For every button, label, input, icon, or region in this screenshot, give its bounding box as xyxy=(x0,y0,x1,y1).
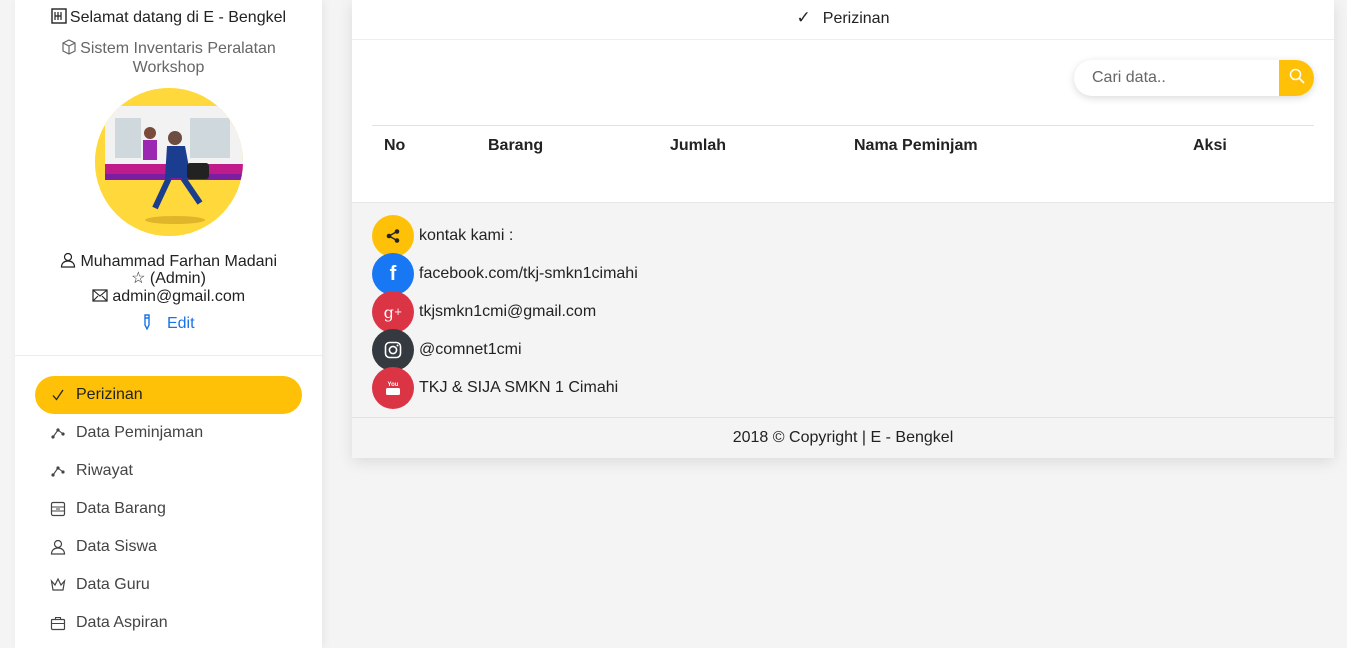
share-nodes-icon xyxy=(49,462,67,480)
sidebar-item-label: Data Guru xyxy=(76,576,150,593)
welcome-text: Selamat datang di E - Bengkel xyxy=(15,8,322,29)
user-icon xyxy=(60,252,80,270)
subtitle-label: Sistem Inventaris Peralatan Workshop xyxy=(80,40,276,76)
facebook-icon: f xyxy=(372,253,414,295)
app-subtitle: Sistem Inventaris Peralatan Workshop xyxy=(45,39,292,76)
welcome-label: Selamat datang di E - Bengkel xyxy=(69,9,287,26)
table-header-aksi: Aksi xyxy=(1193,137,1227,154)
check-icon xyxy=(49,386,67,404)
sidebar: Selamat datang di E - Bengkel Sistem Inv… xyxy=(15,0,322,648)
edit-profile-link[interactable]: Edit xyxy=(15,314,322,333)
user-name-label: Muhammad Farhan Madani xyxy=(80,253,277,270)
sidebar-menu: Perizinan Data Peminjaman Riwayat Data B… xyxy=(35,376,302,642)
sidebar-item-label: Perizinan xyxy=(76,386,143,403)
sidebar-item-label: Data Barang xyxy=(76,500,166,517)
contact-email: tkjsmkn1cmi@gmail.com xyxy=(419,303,597,320)
search-icon xyxy=(1289,68,1305,89)
pencil-icon xyxy=(142,314,166,332)
card-header: ✓ Perizinan xyxy=(352,0,1334,40)
search-button[interactable] xyxy=(1279,60,1314,96)
table-header-nama-peminjam: Nama Peminjam xyxy=(854,137,978,154)
search-box xyxy=(1074,60,1314,96)
contact-email-row[interactable]: g + tkjsmkn1cmi@gmail.com xyxy=(372,291,596,333)
contact-facebook-row[interactable]: f facebook.com/tkj-smkn1cimahi xyxy=(372,253,638,295)
contact-youtube-row[interactable]: You TKJ & SIJA SMKN 1 Cimahi xyxy=(372,367,618,409)
sidebar-item-data-barang[interactable]: Data Barang xyxy=(35,490,302,528)
sidebar-item-data-guru[interactable]: Data Guru xyxy=(35,566,302,604)
user-name: Muhammad Farhan Madani xyxy=(15,252,322,270)
contact-instagram-row[interactable]: @comnet1cmi xyxy=(372,329,522,371)
sidebar-item-data-aspiran[interactable]: Data Aspiran xyxy=(35,604,302,642)
sidebar-item-data-peminjaman[interactable]: Data Peminjaman xyxy=(35,414,302,452)
box-icon xyxy=(61,39,77,59)
contact-title: kontak kami : xyxy=(419,227,514,244)
briefcase-icon xyxy=(49,614,67,632)
search-input[interactable] xyxy=(1074,60,1279,96)
contact-youtube: TKJ & SIJA SMKN 1 Cimahi xyxy=(419,379,619,396)
contact-title-row: kontak kami : xyxy=(372,215,513,257)
google-plus-icon: g + xyxy=(372,291,414,333)
sidebar-item-label: Riwayat xyxy=(76,462,133,479)
user-role: ☆ (Admin) xyxy=(131,270,206,287)
table-header-no: No xyxy=(384,137,406,154)
sidebar-item-perizinan[interactable]: Perizinan xyxy=(35,376,302,414)
main-card: ✓ Perizinan No Barang Jumlah Nama Peminja… xyxy=(352,0,1334,458)
svg-text:You: You xyxy=(388,382,399,388)
share-nodes-icon xyxy=(49,424,67,442)
contact-section: kontak kami : f facebook.com/tkj-smkn1ci… xyxy=(352,202,1334,417)
sidebar-item-riwayat[interactable]: Riwayat xyxy=(35,452,302,490)
sidebar-divider xyxy=(15,355,322,356)
share-icon xyxy=(372,215,414,257)
mail-icon xyxy=(92,288,112,305)
sidebar-item-data-siswa[interactable]: Data Siswa xyxy=(35,528,302,566)
user-email: admin@gmail.com xyxy=(15,288,322,305)
crown-icon xyxy=(49,576,67,594)
edit-label: Edit xyxy=(166,315,195,332)
sidebar-item-label: Data Peminjaman xyxy=(76,424,204,441)
sidebar-item-label: Data Siswa xyxy=(76,538,157,555)
check-icon: ✓ xyxy=(796,8,811,27)
copyright-footer: 2018 © Copyright | E - Bengkel xyxy=(352,417,1334,458)
user-icon xyxy=(49,538,67,556)
user-email-label: admin@gmail.com xyxy=(112,288,246,305)
instagram-icon xyxy=(372,329,414,371)
archive-icon xyxy=(49,500,67,518)
table-header-jumlah: Jumlah xyxy=(670,137,727,154)
table-top-border xyxy=(372,125,1314,126)
youtube-icon: You xyxy=(372,367,414,409)
sidebar-item-label: Data Aspiran xyxy=(76,614,168,631)
contact-facebook: facebook.com/tkj-smkn1cimahi xyxy=(419,265,638,282)
contact-instagram: @comnet1cmi xyxy=(419,341,522,358)
page-title: Perizinan xyxy=(822,10,890,27)
avatar xyxy=(95,88,243,236)
table-header-barang: Barang xyxy=(488,137,544,154)
tools-icon xyxy=(51,8,67,29)
